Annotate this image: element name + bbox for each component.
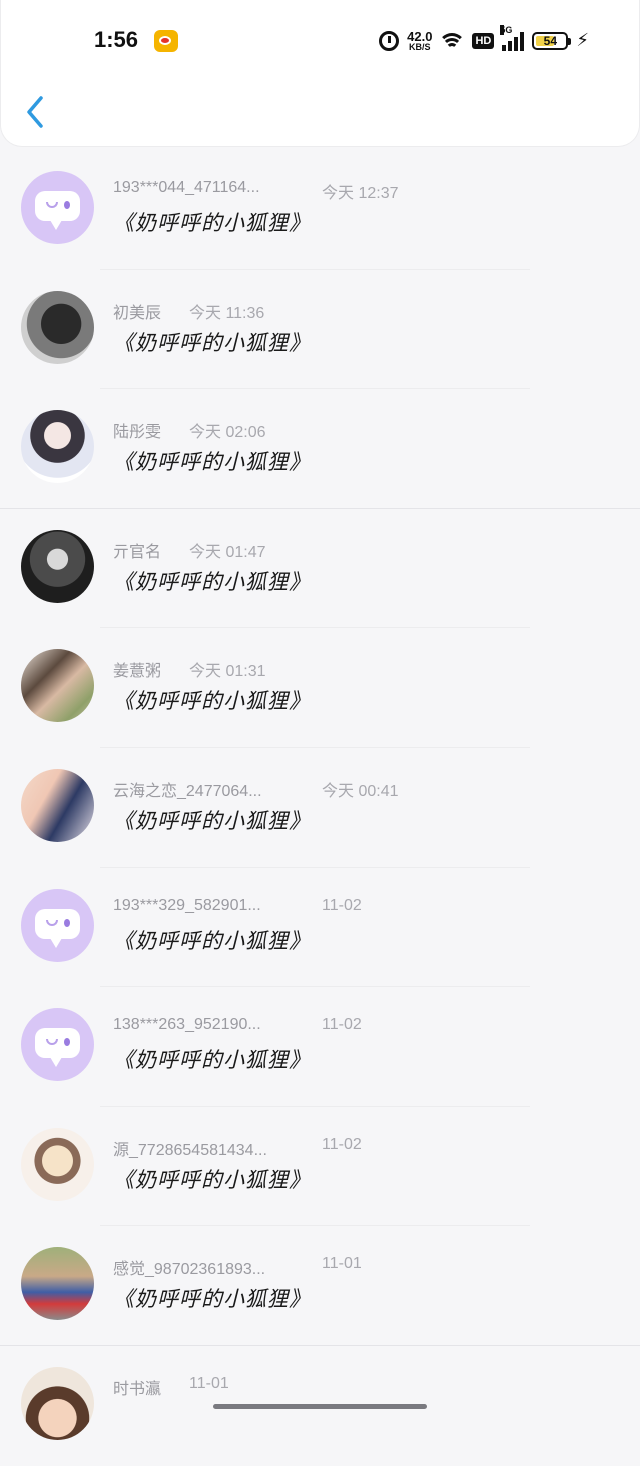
- sender-name: 源_7728654581434...: [113, 1141, 267, 1159]
- status-time: 1:56: [94, 27, 139, 52]
- message-text: 《奶呼呼的小狐狸》: [113, 330, 311, 355]
- message-list[interactable]: 193***044_471164... 今天 12:37 《奶呼呼的小狐狸》 初…: [0, 150, 640, 1466]
- message-text: 《奶呼呼的小狐狸》: [113, 808, 311, 833]
- avatar[interactable]: [21, 529, 94, 603]
- list-item[interactable]: 陆彤雯 今天 02:06 《奶呼呼的小狐狸》: [0, 389, 640, 509]
- list-item[interactable]: 193***044_471164... 今天 12:37 《奶呼呼的小狐狸》: [0, 150, 640, 270]
- chevron-left-icon: [27, 96, 43, 128]
- message-time: 11-02: [322, 896, 362, 914]
- message-time: 今天 01:31: [189, 663, 266, 681]
- signal-icon: 5G: [500, 25, 525, 51]
- weibo-icon: [154, 30, 178, 52]
- sender-name: 时书瀛: [113, 1380, 162, 1398]
- list-item[interactable]: 亓官名 今天 01:47 《奶呼呼的小狐狸》: [0, 509, 640, 629]
- message-text: 《奶呼呼的小狐狸》: [113, 1287, 311, 1312]
- message-text: 《奶呼呼的小狐狸》: [113, 928, 311, 953]
- status-bar: 1:56 42.0 KB/S HD 5G 54 ⚡: [1, 0, 640, 80]
- avatar[interactable]: [21, 1247, 94, 1321]
- header-card: 1:56 42.0 KB/S HD 5G 54 ⚡: [0, 0, 640, 147]
- list-item[interactable]: 193***329_582901... 11-02 《奶呼呼的小狐狸》: [0, 868, 640, 988]
- battery-level: 54: [543, 34, 558, 48]
- message-time: 今天 01:47: [189, 543, 266, 561]
- battery-icon: 54: [532, 32, 572, 50]
- avatar[interactable]: [21, 888, 94, 962]
- message-time: 11-02: [322, 1135, 362, 1153]
- message-text: 《奶呼呼的小狐狸》: [113, 1167, 311, 1192]
- network-type-label: 5G: [500, 25, 513, 35]
- message-time: 今天 11:36: [189, 304, 265, 322]
- sender-name: 193***329_582901...: [113, 896, 261, 914]
- avatar[interactable]: [21, 290, 94, 364]
- message-time: 今天 12:37: [322, 185, 399, 202]
- back-button[interactable]: [21, 92, 53, 132]
- message-text: 《奶呼呼的小狐狸》: [113, 689, 311, 714]
- sender-name: 亓官名: [113, 543, 162, 561]
- list-item[interactable]: 感觉_98702361893... 11-01 《奶呼呼的小狐狸》: [0, 1226, 640, 1346]
- message-time: 11-02: [322, 1016, 362, 1034]
- hd-badge: HD: [472, 33, 495, 49]
- avatar[interactable]: [21, 649, 94, 723]
- avatar[interactable]: [21, 1008, 94, 1082]
- message-text: 《奶呼呼的小狐狸》: [113, 450, 311, 475]
- sender-name: 云海之恋_2477064...: [113, 782, 262, 800]
- message-time: 今天 02:06: [189, 424, 266, 442]
- alarm-icon: [379, 31, 400, 51]
- message-time: 今天 00:41: [322, 782, 399, 800]
- home-indicator[interactable]: [213, 1404, 427, 1409]
- sender-name: 初美辰: [113, 304, 162, 322]
- sender-name: 感觉_98702361893...: [113, 1261, 266, 1279]
- message-text: 《奶呼呼的小狐狸》: [113, 211, 311, 235]
- list-item[interactable]: 云海之恋_2477064... 今天 00:41 《奶呼呼的小狐狸》: [0, 748, 640, 868]
- wifi-icon: [440, 31, 465, 51]
- list-item[interactable]: 初美辰 今天 11:36 《奶呼呼的小狐狸》: [0, 270, 640, 390]
- avatar[interactable]: [21, 1366, 94, 1440]
- sender-name: 138***263_952190...: [113, 1016, 261, 1034]
- message-time: 11-01: [322, 1255, 362, 1273]
- avatar[interactable]: [21, 171, 94, 244]
- message-text: 《奶呼呼的小狐狸》: [113, 569, 311, 594]
- avatar[interactable]: [21, 410, 94, 484]
- status-icons: 42.0 KB/S HD 5G 54 ⚡: [379, 25, 589, 54]
- list-item[interactable]: 姜薏粥 今天 01:31 《奶呼呼的小狐狸》: [0, 628, 640, 748]
- list-item[interactable]: 138***263_952190... 11-02 《奶呼呼的小狐狸》: [0, 987, 640, 1107]
- message-time: 11-01: [189, 1374, 229, 1392]
- message-text: 《奶呼呼的小狐狸》: [113, 1048, 311, 1073]
- network-speed-unit: KB/S: [409, 42, 431, 52]
- sender-name: 陆彤雯: [113, 424, 162, 442]
- avatar[interactable]: [21, 1127, 94, 1201]
- avatar[interactable]: [21, 768, 94, 842]
- sender-name: 姜薏粥: [113, 663, 162, 681]
- network-speed: 42.0 KB/S: [407, 30, 432, 52]
- list-item[interactable]: 源_7728654581434... 11-02 《奶呼呼的小狐狸》: [0, 1107, 640, 1227]
- sender-name: 193***044_471164...: [113, 179, 260, 196]
- charging-icon: ⚡: [576, 30, 589, 51]
